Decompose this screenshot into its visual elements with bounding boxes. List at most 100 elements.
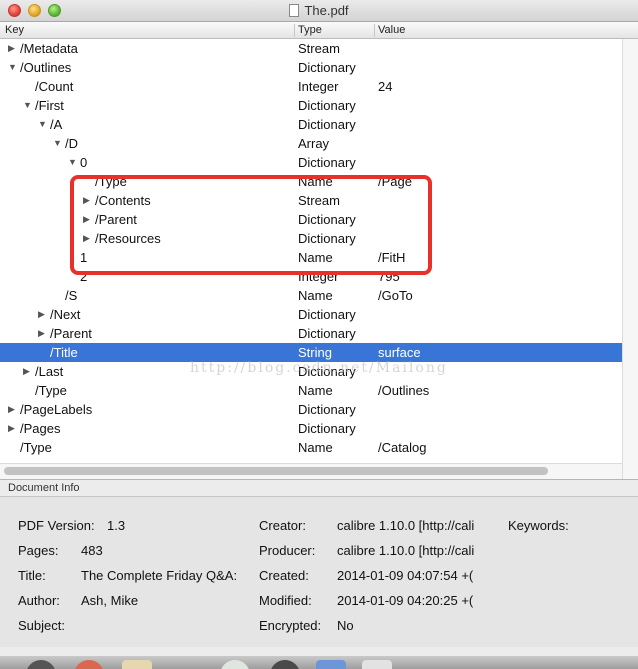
tree-row[interactable]: /Count Integer 24 bbox=[0, 77, 638, 96]
row-type: Array bbox=[298, 136, 330, 151]
row-type: Name bbox=[298, 383, 333, 398]
row-type: Dictionary bbox=[298, 117, 356, 132]
disclosure-collapsed-icon[interactable]: ▶ bbox=[8, 39, 18, 58]
column-divider[interactable] bbox=[374, 24, 375, 37]
dock-app-icon[interactable] bbox=[122, 660, 152, 669]
tree-row[interactable]: /Type Name/Outlines bbox=[0, 381, 638, 400]
creator-label: Creator: bbox=[259, 518, 306, 533]
encrypted-value: No bbox=[337, 618, 354, 633]
tree-row[interactable]: /Type Name/Page bbox=[0, 172, 638, 191]
tree-row[interactable]: ▶/PageLabels Dictionary bbox=[0, 400, 638, 419]
pages-value: 483 bbox=[81, 543, 103, 558]
modified-label: Modified: bbox=[259, 593, 312, 608]
row-type: String bbox=[298, 345, 332, 360]
column-header-key[interactable]: Key bbox=[5, 24, 24, 36]
disclosure-collapsed-icon[interactable]: ▶ bbox=[38, 324, 48, 343]
row-key: /Next bbox=[50, 307, 81, 322]
tree-row[interactable]: 1 Name/FitH bbox=[0, 248, 638, 267]
tree-column-header: Key Type Value bbox=[0, 22, 638, 39]
row-key: /Type bbox=[95, 174, 127, 189]
disclosure-expanded-icon[interactable]: ▼ bbox=[53, 134, 63, 153]
dock-strip bbox=[0, 656, 638, 669]
row-value: 24 bbox=[378, 79, 393, 94]
window-titlebar: The.pdf bbox=[0, 0, 638, 22]
tree-row[interactable]: ▶/Resources Dictionary bbox=[0, 229, 638, 248]
tree-row[interactable]: ▶/Contents Stream bbox=[0, 191, 638, 210]
disclosure-expanded-icon[interactable]: ▼ bbox=[8, 58, 18, 77]
tree-row[interactable]: ▼ 0 Dictionary bbox=[0, 153, 638, 172]
object-tree-view[interactable]: Key Type Value ▶/Metadata Stream ▼/Outline… bbox=[0, 22, 638, 480]
tree-row[interactable]: ▶/Metadata Stream bbox=[0, 39, 638, 58]
row-type: Name bbox=[298, 174, 333, 189]
dock-app-icon[interactable] bbox=[26, 660, 56, 669]
tree-row[interactable]: ▼/A Dictionary bbox=[0, 115, 638, 134]
disclosure-expanded-icon[interactable]: ▼ bbox=[68, 153, 78, 172]
tree-row[interactable]: ▶/Parent Dictionary bbox=[0, 210, 638, 229]
horizontal-scrollbar[interactable] bbox=[0, 463, 622, 479]
tree-row[interactable]: ▼/D Array bbox=[0, 134, 638, 153]
tree-row[interactable]: /Type Name/Catalog bbox=[0, 438, 638, 457]
column-header-value[interactable]: Value bbox=[378, 24, 405, 36]
tree-row[interactable]: 2 Integer 795 bbox=[0, 267, 638, 286]
tree-row[interactable]: ▶/Next Dictionary bbox=[0, 305, 638, 324]
tree-row[interactable]: ▶/Pages Dictionary bbox=[0, 419, 638, 438]
dock-app-icon[interactable] bbox=[74, 660, 104, 669]
dock-app-icon[interactable] bbox=[220, 660, 250, 669]
disclosure-collapsed-icon[interactable]: ▶ bbox=[23, 362, 33, 381]
row-type: Dictionary bbox=[298, 364, 356, 379]
author-label: Author: bbox=[18, 593, 60, 608]
column-divider[interactable] bbox=[294, 24, 295, 37]
disclosure-expanded-icon[interactable]: ▼ bbox=[23, 96, 33, 115]
row-key: /Pages bbox=[20, 421, 61, 436]
encrypted-label: Encrypted: bbox=[259, 618, 322, 633]
row-key: /Title bbox=[50, 345, 78, 360]
tree-row[interactable]: ▼/Outlines Dictionary bbox=[0, 58, 638, 77]
row-key: /Metadata bbox=[20, 41, 78, 56]
tree-row[interactable]: /S Name/GoTo bbox=[0, 286, 638, 305]
disclosure-collapsed-icon[interactable]: ▶ bbox=[83, 210, 93, 229]
author-value: Ash, Mike bbox=[81, 593, 139, 608]
disclosure-collapsed-icon[interactable]: ▶ bbox=[83, 191, 93, 210]
row-type: Stream bbox=[298, 41, 340, 56]
document-info-panel: PDF Version: 1.3 Pages: 483 Title: The C… bbox=[0, 497, 638, 647]
row-value: /Catalog bbox=[378, 440, 427, 455]
disclosure-collapsed-icon[interactable]: ▶ bbox=[8, 400, 18, 419]
row-key: 1 bbox=[80, 250, 88, 265]
created-value: 2014-01-09 04:07:54 +( bbox=[337, 568, 474, 583]
row-key: /Outlines bbox=[20, 60, 72, 75]
modified-value: 2014-01-09 04:20:25 +( bbox=[337, 593, 474, 608]
dock-app-icon[interactable] bbox=[362, 660, 392, 669]
row-key: /A bbox=[50, 117, 63, 132]
row-type: Dictionary bbox=[298, 60, 356, 75]
row-type: Dictionary bbox=[298, 231, 356, 246]
row-value: /FitH bbox=[378, 250, 406, 265]
dock-app-icon[interactable] bbox=[316, 660, 346, 669]
row-key: /S bbox=[65, 288, 78, 303]
row-key: /Contents bbox=[95, 193, 151, 208]
row-type: Name bbox=[298, 250, 333, 265]
vertical-scrollbar[interactable] bbox=[622, 39, 638, 479]
tree-row[interactable]: ▶/Last Dictionary bbox=[0, 362, 638, 381]
row-value: /GoTo bbox=[378, 288, 413, 303]
row-type: Dictionary bbox=[298, 98, 356, 113]
producer-value: calibre 1.10.0 [http://cali bbox=[337, 543, 475, 558]
disclosure-collapsed-icon[interactable]: ▶ bbox=[38, 305, 48, 324]
tree-row[interactable]: /Title String surface bbox=[0, 343, 622, 362]
row-key: /PageLabels bbox=[20, 402, 93, 417]
window-title: The.pdf bbox=[304, 3, 349, 18]
tree-row[interactable]: ▼/First Dictionary bbox=[0, 96, 638, 115]
horizontal-scrollbar-thumb[interactable] bbox=[4, 467, 548, 475]
disclosure-collapsed-icon[interactable]: ▶ bbox=[83, 229, 93, 248]
row-key: /Type bbox=[20, 440, 52, 455]
disclosure-expanded-icon[interactable]: ▼ bbox=[38, 115, 48, 134]
tree-row[interactable]: ▶/Parent Dictionary bbox=[0, 324, 638, 343]
creator-value: calibre 1.10.0 [http://cali bbox=[337, 518, 475, 533]
column-header-type[interactable]: Type bbox=[298, 24, 322, 36]
row-type: Name bbox=[298, 440, 333, 455]
dock-app-icon[interactable] bbox=[270, 660, 300, 669]
row-value: 795 bbox=[378, 269, 400, 284]
row-type: Dictionary bbox=[298, 326, 356, 341]
pages-label: Pages: bbox=[18, 543, 59, 558]
keywords-label: Keywords: bbox=[508, 518, 569, 533]
disclosure-collapsed-icon[interactable]: ▶ bbox=[8, 419, 18, 438]
